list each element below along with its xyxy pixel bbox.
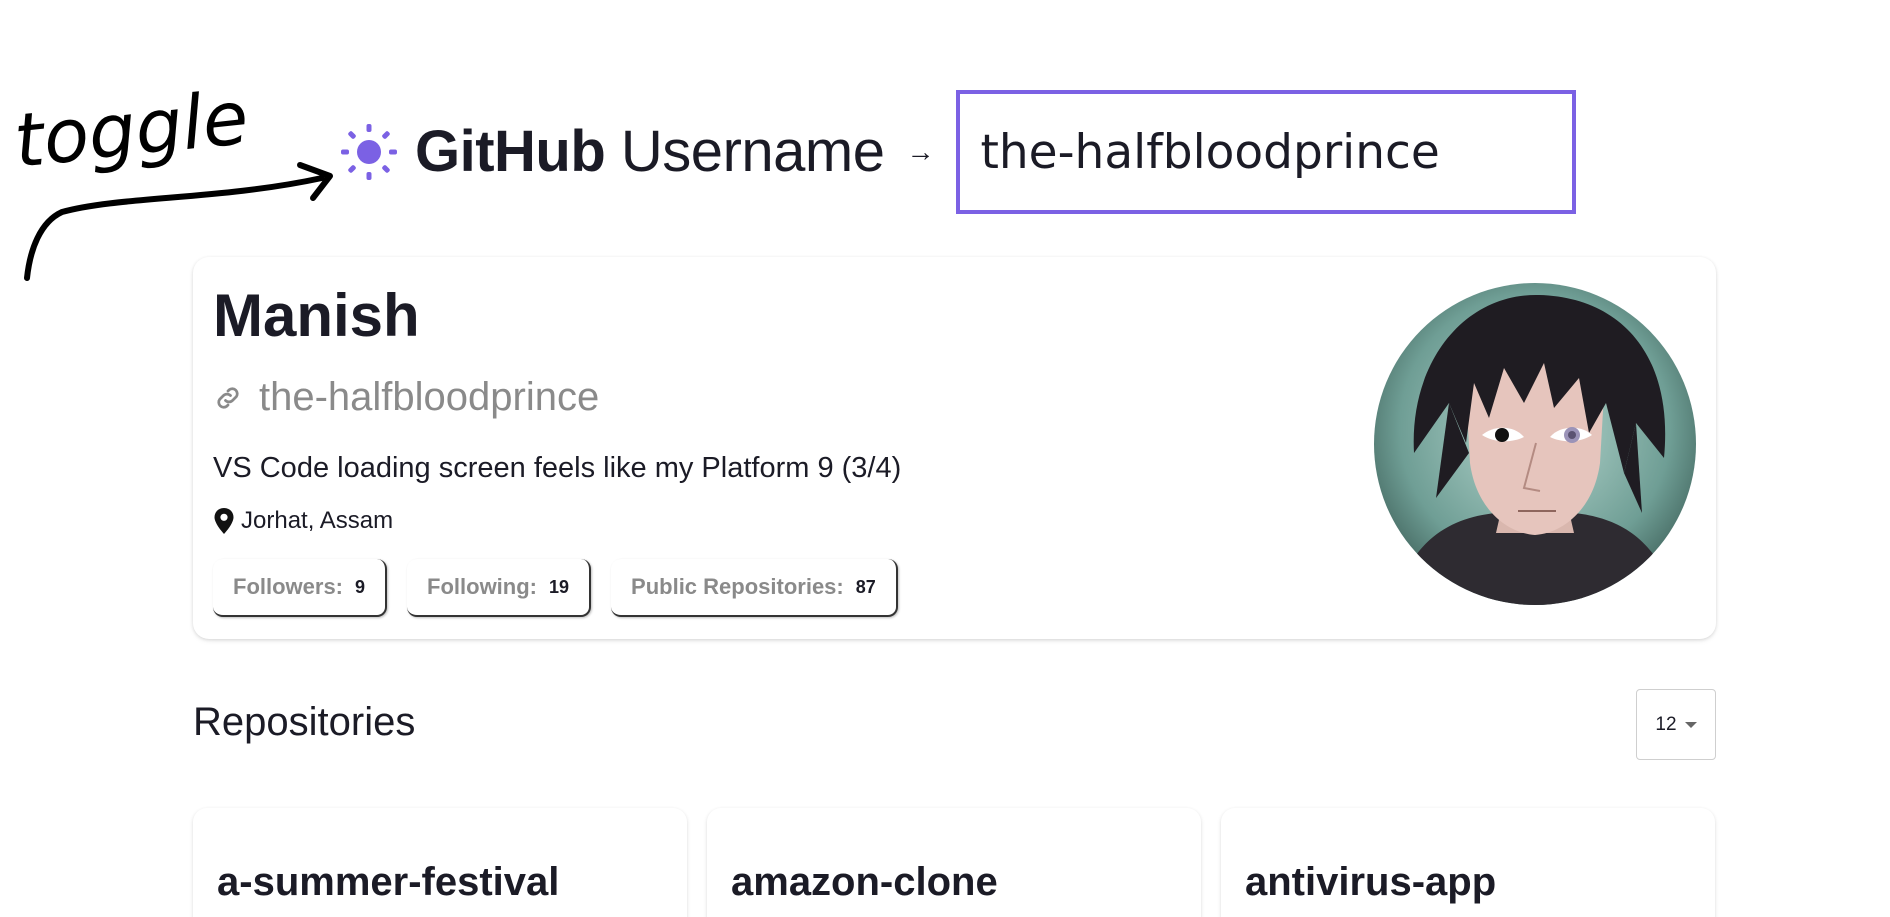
repository-name: a-summer-festival bbox=[217, 860, 560, 904]
followers-value: 9 bbox=[355, 576, 366, 597]
app-title-strong: GitHub bbox=[415, 119, 606, 184]
public-repositories-value: 87 bbox=[855, 576, 876, 597]
repository-card[interactable]: antivirus-app bbox=[1221, 808, 1715, 917]
profile-bio: VS Code loading screen feels like my Pla… bbox=[213, 452, 902, 484]
repository-grid: a-summer-festival amazon-clone antivirus… bbox=[193, 808, 1715, 917]
avatar-portrait-illustration bbox=[1374, 283, 1696, 605]
repository-card[interactable]: amazon-clone bbox=[707, 808, 1201, 917]
app-title: GitHub Username bbox=[415, 123, 885, 181]
username-search-box[interactable] bbox=[956, 90, 1577, 214]
caret-down-icon bbox=[1684, 721, 1697, 728]
profile-avatar bbox=[1374, 283, 1696, 605]
profile-login-row: the-halfbloodprince bbox=[213, 375, 599, 420]
handwritten-annotation: toggle bbox=[0, 0, 360, 300]
profile-stats: Followers: 9 Following: 19 Public Reposi… bbox=[213, 559, 898, 617]
followers-label: Followers: bbox=[233, 574, 344, 599]
repositories-heading: Repositories bbox=[193, 700, 416, 744]
app-title-light: Username bbox=[620, 119, 885, 184]
link-icon bbox=[217, 386, 239, 409]
per-page-value: 12 bbox=[1655, 713, 1677, 735]
profile-card: Manish the-halfbloodprince VS Code loadi… bbox=[193, 257, 1716, 639]
sun-icon bbox=[341, 124, 397, 180]
location-pin-icon bbox=[214, 508, 234, 534]
profile-login-link[interactable]: the-halfbloodprince bbox=[259, 375, 599, 420]
repository-name: amazon-clone bbox=[731, 860, 998, 904]
profile-location: Jorhat, Assam bbox=[241, 507, 394, 534]
profile-location-row: Jorhat, Assam bbox=[213, 507, 393, 535]
username-input[interactable] bbox=[980, 124, 1553, 180]
following-value: 19 bbox=[549, 576, 570, 597]
arrow-right-icon: → bbox=[906, 136, 935, 167]
public-repositories-stat[interactable]: Public Repositories: 87 bbox=[611, 559, 898, 617]
following-stat[interactable]: Following: 19 bbox=[407, 559, 592, 617]
annotation-text: toggle bbox=[10, 75, 252, 185]
profile-name: Manish bbox=[213, 282, 420, 349]
repository-card[interactable]: a-summer-festival bbox=[193, 808, 687, 917]
public-repositories-label: Public Repositories: bbox=[631, 574, 844, 599]
per-page-select[interactable]: 12 bbox=[1636, 689, 1716, 760]
following-label: Following: bbox=[427, 574, 537, 599]
repository-name: antivirus-app bbox=[1245, 860, 1497, 904]
annotation-drawing: toggle bbox=[10, 75, 333, 281]
theme-toggle-button[interactable] bbox=[339, 122, 399, 182]
header: GitHub Username → bbox=[339, 90, 1577, 214]
followers-stat[interactable]: Followers: 9 bbox=[213, 559, 388, 617]
